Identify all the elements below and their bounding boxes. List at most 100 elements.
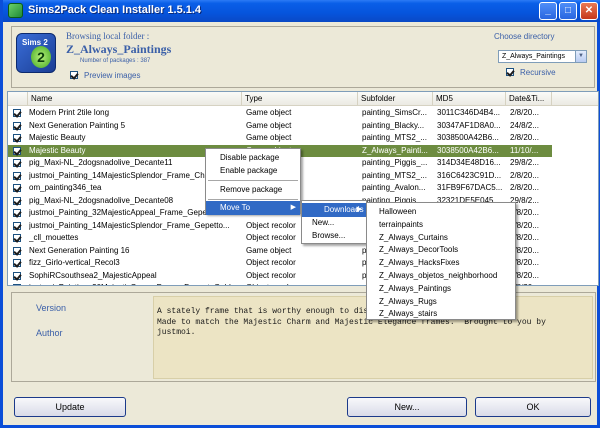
cell-subfolder: painting_MTS2_...	[362, 133, 427, 142]
cell-name: Modern Print 2tile long	[29, 108, 110, 117]
list-header: Name Type Subfolder MD5 Date&Ti...	[8, 92, 598, 106]
sims2-logo-icon: Sims 2 2	[16, 33, 56, 73]
row-checkbox[interactable]	[13, 234, 21, 242]
cell-md5: 314D34E48D16...	[437, 158, 501, 167]
cell-date: 2/8/20...	[510, 108, 539, 117]
cell-name: justmoi_Painting_30MajesticGrace_Frame_D…	[29, 283, 239, 285]
close-button[interactable]: ✕	[580, 2, 598, 20]
cell-date: 2/8/20...	[510, 220, 539, 230]
table-row[interactable]: Modern Print 2tile long Game object painti…	[8, 107, 552, 120]
row-checkbox[interactable]	[13, 171, 21, 180]
cell-md5: 3038500A42B6...	[437, 133, 499, 142]
cell-name: Next Generation Painting 5	[29, 120, 126, 130]
app-icon	[8, 3, 23, 18]
cell-date: 29/8/2...	[510, 158, 539, 167]
menu-item-remove-package[interactable]: Remove package	[206, 183, 300, 197]
cell-type: Object recolor	[246, 270, 296, 280]
title-bar[interactable]: Sims2Pack Clean Installer 1.5.1.4 _ □ ✕	[3, 0, 600, 22]
cell-type: Game object	[246, 245, 292, 255]
cell-md5: 316C6423C91D...	[437, 170, 502, 180]
column-header-subfolder[interactable]: Subfolder	[358, 92, 433, 106]
cell-type: Object recolor	[246, 283, 356, 285]
cell-md5: 31FB9F67DAC5...	[437, 183, 503, 192]
cell-md5: 3011C346D4B4...	[437, 108, 501, 117]
row-checkbox[interactable]	[13, 209, 21, 217]
browse-label: Browsing local folder :	[66, 31, 150, 41]
row-checkbox[interactable]	[13, 109, 21, 117]
cell-subfolder: Z_Always_Painti...	[362, 145, 428, 155]
row-checkbox[interactable]	[13, 196, 21, 205]
menu-separator	[208, 180, 298, 181]
version-label: Version	[36, 303, 67, 313]
row-checkbox[interactable]	[13, 246, 21, 255]
row-checkbox[interactable]	[13, 221, 21, 230]
submenu-item-downloads[interactable]: Downloads ▶	[302, 203, 366, 217]
row-checkbox[interactable]	[13, 159, 21, 167]
row-checkbox[interactable]	[13, 146, 21, 155]
cell-date: 24/8/2...	[510, 120, 539, 130]
new-button[interactable]: New...	[347, 397, 467, 417]
cell-subfolder: painting_Avalon...	[362, 183, 426, 192]
column-header-md5[interactable]: MD5	[433, 92, 506, 106]
package-count: Number of packages : 387	[80, 58, 151, 64]
update-button[interactable]: Update	[14, 397, 126, 417]
cell-date: 11/10/...	[510, 145, 539, 155]
chevron-down-icon[interactable]: ▼	[575, 51, 586, 62]
preview-images-label: Preview images	[84, 71, 141, 80]
cell-date: 2/8/20...	[510, 170, 539, 180]
row-checkbox[interactable]	[13, 259, 21, 267]
column-header-date[interactable]: Date&Ti...	[506, 92, 552, 106]
column-header-name[interactable]: Name	[28, 92, 242, 106]
cell-date: 2/8/20...	[510, 245, 539, 255]
cell-type: Game object	[246, 120, 292, 130]
cell-md5: 30347AF1D8A0...	[437, 120, 501, 130]
table-row[interactable]: Next Generation Painting 5 Game object pai…	[8, 120, 552, 133]
cell-subfolder: painting_Piggis_...	[362, 158, 428, 167]
choose-directory-label: Choose directory	[494, 32, 555, 41]
cell-name: _cll_mouettes	[29, 233, 79, 242]
recursive-label: Recursive	[520, 68, 556, 77]
list-empty-area	[552, 106, 598, 285]
menu-item-enable-package[interactable]: Enable package	[206, 164, 300, 178]
cell-subfolder: painting_SimsCr...	[362, 108, 427, 117]
cell-date: 2/8/20...	[510, 183, 539, 192]
submenu-item-browse[interactable]: Browse...	[302, 229, 366, 243]
cell-date: 2/8/20...	[510, 133, 539, 142]
cell-date: 29/8/2...	[510, 195, 539, 205]
submenu-item-new[interactable]: New...	[302, 216, 366, 230]
cell-date: 2/8/20...	[510, 270, 539, 280]
cell-type: Game object	[246, 108, 292, 117]
cell-date: 2/8/20...	[510, 283, 550, 285]
cell-subfolder: painting_Blacky...	[362, 120, 425, 130]
folder-menu-item[interactable]: Z_Always_stairs	[367, 307, 515, 321]
menu-separator	[208, 199, 298, 200]
row-checkbox[interactable]	[13, 184, 21, 192]
plumbob-icon: 2	[31, 46, 51, 68]
column-header-check[interactable]	[8, 92, 28, 106]
cell-md5: 3038500A42B6...	[437, 145, 499, 155]
submenu-arrow-icon: ▶	[290, 204, 296, 211]
cell-subfolder: painting_MTS2_...	[362, 170, 427, 180]
minimize-button[interactable]: _	[539, 2, 557, 20]
row-checkbox[interactable]	[13, 284, 21, 285]
context-menu: Disable package Enable package Remove pa…	[205, 148, 301, 215]
row-checkbox[interactable]	[13, 134, 21, 142]
row-checkbox[interactable]	[13, 121, 21, 130]
menu-item-move-to[interactable]: Move To ▶	[206, 201, 300, 215]
preview-images-checkbox[interactable]	[70, 71, 78, 79]
menu-item-disable-package[interactable]: Disable package	[206, 151, 300, 165]
cell-date: 2/8/20...	[510, 208, 539, 217]
cell-type: Game object	[246, 133, 292, 142]
column-header-type[interactable]: Type	[242, 92, 358, 106]
table-row[interactable]: Majestic Beauty Game object painting_MTS2_…	[8, 132, 552, 145]
directory-select[interactable]: Z_Always_Paintings ▼	[498, 50, 587, 63]
row-checkbox[interactable]	[13, 271, 21, 280]
maximize-button[interactable]: □	[559, 2, 577, 20]
recursive-checkbox[interactable]	[506, 68, 514, 76]
move-to-submenu: Downloads ▶ New... Browse...	[301, 200, 367, 244]
downloads-folder-submenu: Halloween terrainpaints Z_Always_Curtains Z…	[366, 202, 516, 320]
cell-name: Next Generation Painting 16	[29, 245, 130, 255]
ok-button[interactable]: OK	[475, 397, 591, 417]
author-label: Author	[36, 328, 63, 338]
cell-name: fizz_Girlo-vertical_Recol3	[29, 258, 120, 267]
